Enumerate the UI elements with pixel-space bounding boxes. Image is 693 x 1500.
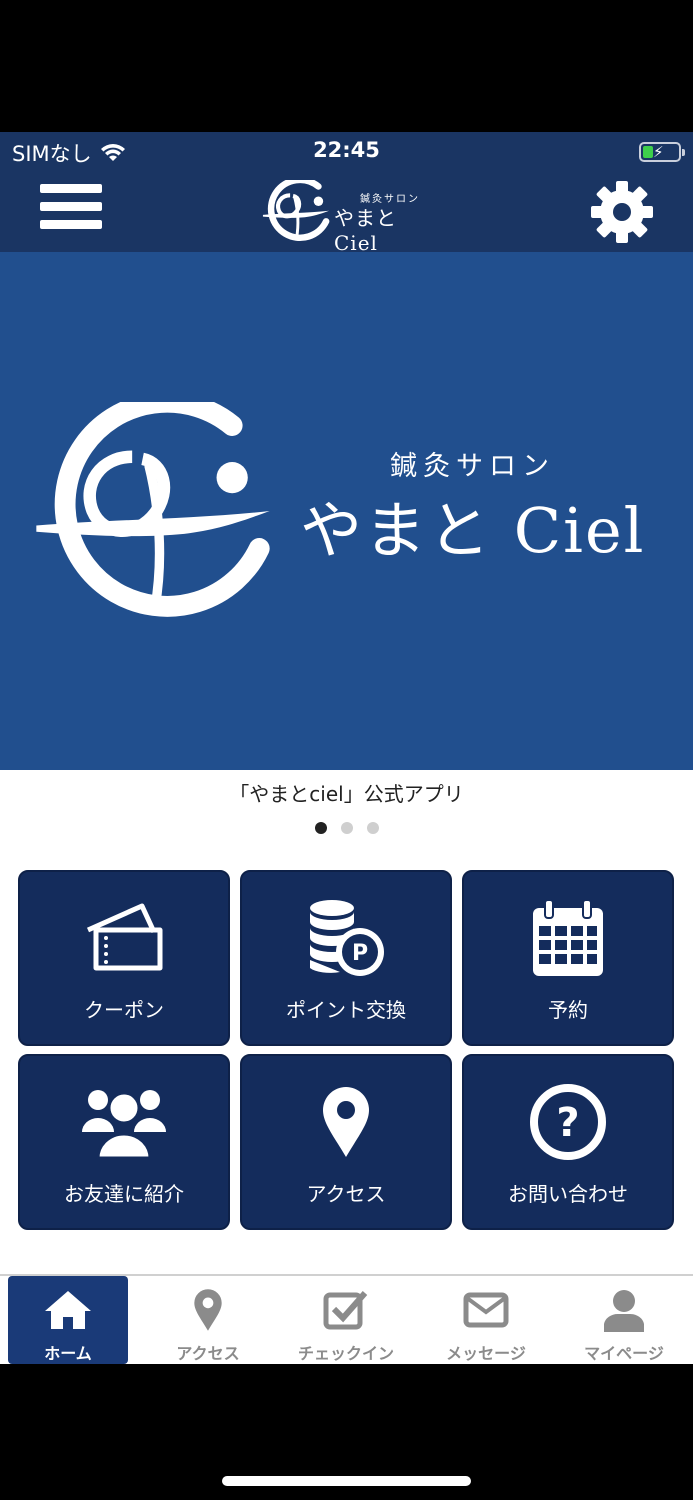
tile-label: お問い合わせ: [508, 1182, 628, 1206]
checkbox-icon: [323, 1291, 368, 1330]
ticket-icon: [86, 903, 163, 971]
svg-text:P: P: [352, 941, 368, 966]
tile-refer-friend[interactable]: お友達に紹介: [18, 1054, 230, 1230]
tab-checkin[interactable]: チェックイン: [286, 1276, 406, 1364]
tab-access[interactable]: アクセス: [148, 1276, 268, 1364]
tab-label: メッセージ: [446, 1344, 526, 1363]
tile-label: お友達に紹介: [64, 1182, 184, 1206]
top-letterbox: [0, 0, 693, 132]
app-header: 鍼灸サロン やまとCiel: [0, 170, 693, 255]
header-logo-name: やまとCiel: [334, 206, 397, 255]
hero-subtitle: 鍼灸サロン: [390, 451, 555, 482]
brand-mark-icon: [262, 180, 330, 241]
tab-label: マイページ: [584, 1344, 664, 1363]
carousel-dot-1[interactable]: [314, 822, 327, 834]
hero-title: やまと Ciel: [300, 494, 646, 567]
user-icon: [604, 1290, 644, 1332]
tile-label: 予約: [548, 998, 588, 1022]
question-circle-icon: ?: [530, 1084, 606, 1160]
tile-label: ポイント交換: [286, 998, 406, 1022]
tile-reservation[interactable]: 予約: [462, 870, 674, 1046]
map-pin-icon: [323, 1087, 369, 1157]
carousel-dot-3[interactable]: [366, 822, 379, 834]
svg-text:?: ?: [556, 1100, 579, 1146]
tab-message[interactable]: メッセージ: [426, 1276, 546, 1364]
hamburger-menu-icon[interactable]: [40, 184, 102, 238]
tab-home[interactable]: ホーム: [8, 1276, 128, 1364]
tab-label: アクセス: [176, 1344, 240, 1363]
status-time: 22:45: [313, 138, 380, 162]
envelope-icon: [463, 1292, 509, 1328]
tab-mypage[interactable]: マイページ: [564, 1276, 684, 1364]
tile-label: クーポン: [84, 998, 164, 1022]
gear-icon[interactable]: [590, 180, 654, 244]
tile-coupon[interactable]: クーポン: [18, 870, 230, 1046]
home-indicator[interactable]: [222, 1476, 471, 1486]
tile-label: アクセス: [306, 1182, 386, 1206]
tab-label: チェックイン: [297, 1344, 394, 1363]
calendar-icon: [533, 899, 603, 976]
home-icon: [45, 1291, 91, 1329]
status-bar: SIMなし 22:45 ⚡: [0, 132, 693, 170]
carousel-caption: 「やまとciel」公式アプリ: [229, 782, 464, 806]
bottom-tab-bar: ホーム アクセス チェックイン メッセージ マイページ: [0, 1274, 693, 1364]
header-logo: 鍼灸サロン やまとCiel: [260, 180, 440, 255]
carousel-dot-2[interactable]: [340, 822, 353, 834]
tab-label: ホーム: [44, 1344, 92, 1363]
brand-mark-icon: [36, 402, 270, 617]
tile-access[interactable]: アクセス: [240, 1054, 452, 1230]
carousel-dots: [0, 822, 693, 834]
users-group-icon: [82, 1090, 166, 1160]
map-pin-icon: [194, 1289, 222, 1331]
coins-point-icon: P: [310, 900, 384, 976]
battery-icon: ⚡: [639, 142, 685, 162]
tile-contact[interactable]: ? お問い合わせ: [462, 1054, 674, 1230]
hero-banner[interactable]: 鍼灸サロン やまと Ciel: [0, 252, 693, 770]
tile-point-exchange[interactable]: P ポイント交換: [240, 870, 452, 1046]
